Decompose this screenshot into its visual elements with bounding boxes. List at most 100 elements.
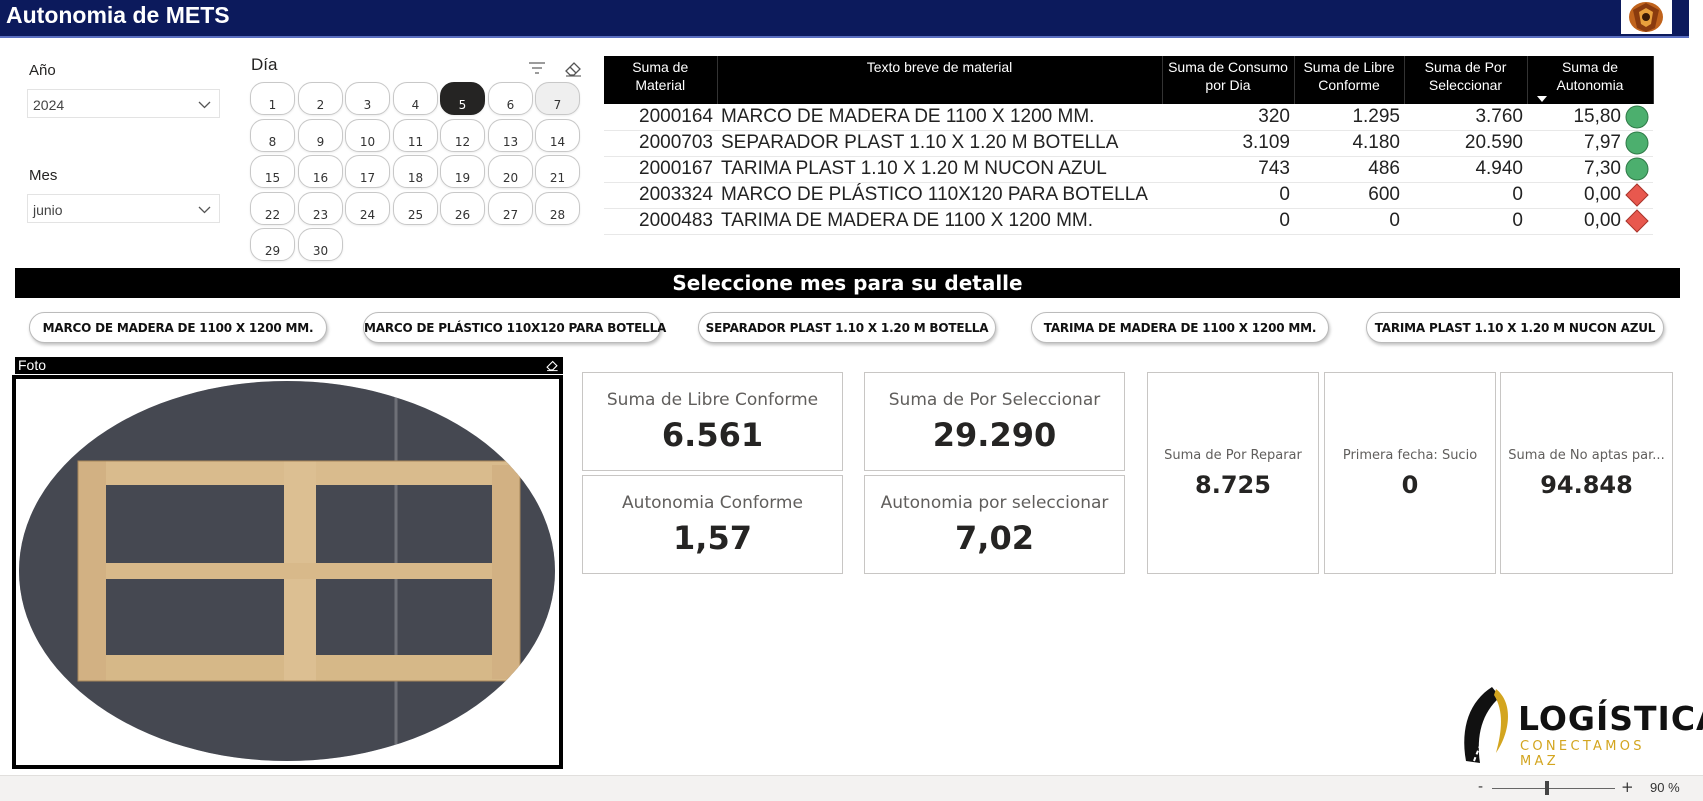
card-por-reparar: Suma de Por Reparar 8.725 [1147, 372, 1319, 574]
day-button-13[interactable]: 13 [488, 119, 533, 152]
chevron-down-icon [198, 206, 211, 214]
day-button-2[interactable]: 2 [298, 82, 343, 115]
material-button[interactable]: SEPARADOR PLAST 1.10 X 1.20 M BOTELLA [698, 312, 996, 343]
table-header-sorted[interactable]: Suma de Autonomia [1527, 56, 1654, 104]
day-button-10[interactable]: 10 [345, 119, 390, 152]
day-button-16[interactable]: 16 [298, 155, 343, 188]
card-label: Autonomia Conforme [622, 493, 803, 513]
card-por-seleccionar: Suma de Por Seleccionar 29.290 [864, 372, 1125, 471]
table-header[interactable]: Suma de Material [604, 56, 718, 104]
eraser-icon[interactable] [545, 358, 559, 372]
day-button-6[interactable]: 6 [488, 82, 533, 115]
filter-icon[interactable] [527, 60, 547, 76]
cell-por_sel: 0 [1404, 182, 1527, 209]
logo-name: LOGÍSTICA [1518, 699, 1703, 738]
day-button-25[interactable]: 25 [393, 192, 438, 225]
cell-autonomia: 0,00 [1527, 182, 1653, 209]
material-table: Suma de Material Texto breve de material… [604, 56, 1654, 235]
cell-material: 2003324 [604, 182, 717, 209]
day-button-17[interactable]: 17 [345, 155, 390, 188]
day-button-20[interactable]: 20 [488, 155, 533, 188]
logo-tagline: CONECTAMOS MAZ [1520, 739, 1645, 769]
table-header[interactable]: Suma de Libre Conforme [1294, 56, 1405, 104]
material-photo [12, 375, 563, 769]
zoom-in-button[interactable]: + [1621, 778, 1634, 796]
status-bar: - + 90 % [0, 775, 1703, 801]
day-button-30[interactable]: 30 [298, 228, 343, 261]
table-header[interactable]: Texto breve de material [717, 56, 1163, 104]
photo-header: Foto [15, 357, 563, 374]
material-button[interactable]: MARCO DE PLÁSTICO 110X120 PARA BOTELLA [363, 312, 666, 343]
card-autonomia-conforme: Autonomia Conforme 1,57 [582, 475, 843, 574]
cell-libre: 600 [1294, 182, 1404, 209]
card-value: 29.290 [932, 416, 1057, 454]
table-row[interactable]: 2000167 TARIMA PLAST 1.10 X 1.20 M NUCON … [604, 156, 1653, 183]
day-button-26[interactable]: 26 [440, 192, 485, 225]
day-button-11[interactable]: 11 [393, 119, 438, 152]
material-button[interactable]: MARCO DE MADERA DE 1100 X 1200 MM. [29, 312, 327, 343]
cell-material: 2000167 [604, 156, 717, 183]
table-row[interactable]: 2000483 TARIMA DE MADERA DE 1100 X 1200 M… [604, 208, 1653, 235]
cell-material: 2000164 [604, 104, 717, 131]
day-button-1[interactable]: 1 [250, 82, 295, 115]
table-row[interactable]: 2000164 MARCO DE MADERA DE 1100 X 1200 MM… [604, 104, 1653, 131]
table-header[interactable]: Suma de Consumo por Dia [1162, 56, 1295, 104]
month-dropdown[interactable]: junio [27, 194, 220, 223]
card-label: Primera fecha: Sucio [1342, 448, 1478, 463]
day-label: Día [251, 55, 278, 74]
page-header: Autonomia de METS [0, 0, 1689, 38]
table-row[interactable]: 2000703 SEPARADOR PLAST 1.10 X 1.20 M BOT… [604, 130, 1653, 157]
table-row[interactable]: 2003324 MARCO DE PLÁSTICO 110X120 PARA BO… [604, 182, 1653, 209]
day-button-4[interactable]: 4 [393, 82, 438, 115]
status-green-circle-icon [1625, 131, 1649, 155]
day-button-12[interactable]: 12 [440, 119, 485, 152]
month-label: Mes [29, 167, 58, 184]
card-label: Suma de Por Reparar [1164, 448, 1302, 463]
day-button-19[interactable]: 19 [440, 155, 485, 188]
brand-logo [1621, 0, 1672, 34]
material-button[interactable]: TARIMA DE MADERA DE 1100 X 1200 MM. [1031, 312, 1329, 343]
day-button-28[interactable]: 28 [535, 192, 580, 225]
cell-autonomia-value: 7,97 [1584, 132, 1621, 154]
year-label: Año [29, 62, 56, 79]
card-value: 0 [1401, 471, 1419, 499]
page-title: Autonomia de METS [6, 2, 230, 28]
cell-consumo: 0 [1162, 182, 1294, 209]
day-button-21[interactable]: 21 [535, 155, 580, 188]
logistica-logo: LOGÍSTICA CONECTAMOS MAZ [1456, 683, 1703, 769]
card-value: 8.725 [1195, 471, 1271, 499]
card-value: 6.561 [661, 416, 764, 454]
day-button-8[interactable]: 8 [250, 119, 295, 152]
eraser-icon[interactable] [563, 58, 583, 78]
day-button-23[interactable]: 23 [298, 192, 343, 225]
cell-autonomia-value: 0,00 [1584, 210, 1621, 232]
cell-material: 2000483 [604, 208, 717, 235]
month-value: junio [33, 202, 63, 218]
zoom-out-button[interactable]: - [1478, 779, 1483, 795]
day-button-7[interactable]: 7 [535, 82, 580, 115]
zoom-slider-thumb[interactable] [1545, 781, 1549, 795]
day-button-24[interactable]: 24 [345, 192, 390, 225]
day-button-15[interactable]: 15 [250, 155, 295, 188]
material-button[interactable]: TARIMA PLAST 1.10 X 1.20 M NUCON AZUL [1366, 312, 1664, 343]
cell-autonomia-value: 15,80 [1573, 105, 1621, 127]
cell-libre: 4.180 [1294, 130, 1404, 157]
table-header-label: Suma de Autonomia [1556, 59, 1624, 93]
card-autonomia-por-seleccionar: Autonomia por seleccionar 7,02 [864, 475, 1125, 574]
day-button-27[interactable]: 27 [488, 192, 533, 225]
table-header[interactable]: Suma de Por Seleccionar [1404, 56, 1528, 104]
day-button-5[interactable]: 5 [440, 82, 485, 115]
day-button-14[interactable]: 14 [535, 119, 580, 152]
day-button-22[interactable]: 22 [250, 192, 295, 225]
year-dropdown[interactable]: 2024 [27, 89, 220, 118]
day-button-18[interactable]: 18 [393, 155, 438, 188]
day-button-3[interactable]: 3 [345, 82, 390, 115]
cell-autonomia: 7,30 [1527, 156, 1653, 183]
cell-autonomia: 15,80 [1527, 104, 1653, 131]
cell-autonomia-value: 0,00 [1584, 184, 1621, 206]
day-button-9[interactable]: 9 [298, 119, 343, 152]
cell-consumo: 743 [1162, 156, 1294, 183]
day-button-29[interactable]: 29 [250, 228, 295, 261]
zoom-slider-track[interactable] [1492, 788, 1615, 789]
cell-por_sel: 20.590 [1404, 130, 1527, 157]
